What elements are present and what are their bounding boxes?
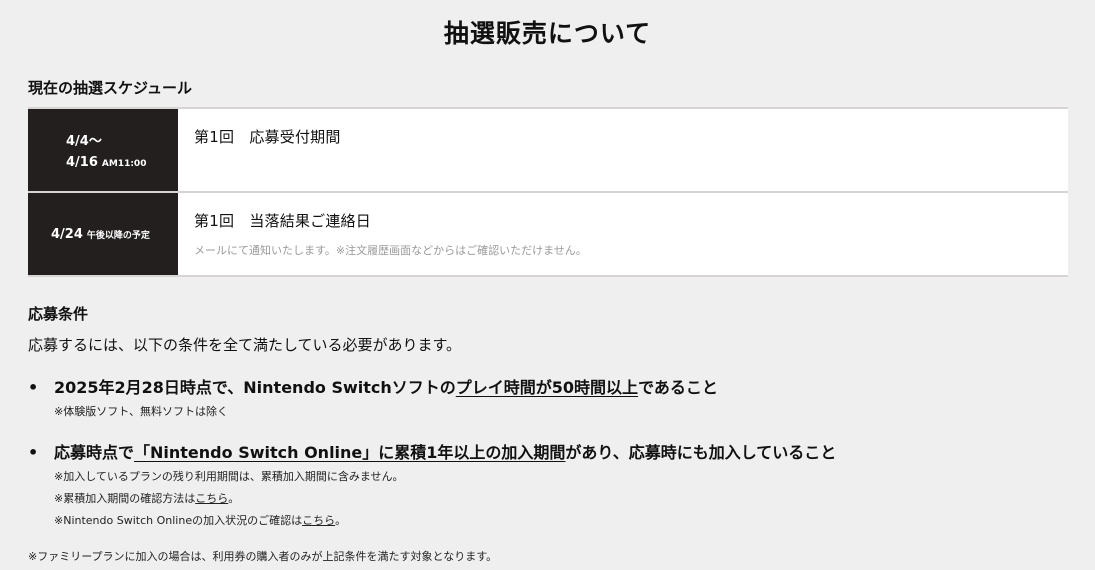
- schedule-event-cell: 第1回 応募受付期間: [178, 109, 1068, 191]
- condition-text: • 2025年2月28日時点で、Nintendo Switchソフトのプレイ時間が…: [28, 374, 1078, 398]
- condition-text-pre: 2025年2月28日時点で、Nintendo Switchソフトの: [54, 378, 456, 397]
- schedule-event-title: 第1回 応募受付期間: [194, 128, 341, 146]
- schedule-event-title: 第1回 当落結果ご連絡日: [194, 212, 371, 230]
- schedule-date-day: 4/24: [51, 226, 83, 242]
- page-title: 抽選販売について: [443, 19, 652, 48]
- schedule-row-application: 4/4〜 4/16 AM11:00 第1回 応募受付期間: [28, 109, 1068, 193]
- condition-note: ※体験版ソフト、無料ソフトは除く: [54, 405, 228, 418]
- note-text-end: 。: [228, 492, 240, 505]
- note-text: ※累積加入期間の確認方法は: [54, 492, 196, 505]
- schedule-heading: 現在の抽選スケジュール: [28, 79, 192, 97]
- bullet-icon: •: [28, 443, 39, 462]
- schedule-event-note: メールにて通知いたします。※注文履歴画面などからはご確認いただけません。: [194, 244, 587, 257]
- conditions-intro: 応募するには、以下の条件を全て満たしている必要があります。: [28, 336, 462, 354]
- schedule-date-start: 4/4〜: [66, 134, 102, 149]
- schedule-event-cell: 第1回 当落結果ご連絡日 メールにて通知いたします。※注文履歴画面などからはご確…: [178, 193, 1068, 275]
- condition-text: • 応募時点で「Nintendo Switch Online」に累積1年以上の加入…: [28, 439, 1078, 463]
- condition-text-post: であること: [638, 378, 718, 397]
- schedule-date-cell: 4/4〜 4/16 AM11:00: [28, 109, 178, 191]
- check-membership-status-link[interactable]: こちら: [302, 514, 335, 527]
- bullet-icon: •: [28, 378, 39, 397]
- note-text-end: 。: [335, 514, 347, 527]
- note-text: ※Nintendo Switch Onlineの加入状況のご確認は: [54, 514, 303, 527]
- schedule-date-note: 午後以降の予定: [86, 230, 150, 241]
- check-membership-period-link[interactable]: こちら: [195, 492, 228, 505]
- condition-note-with-link: ※Nintendo Switch Onlineの加入状況のご確認はこちら。: [54, 514, 1078, 528]
- schedule-date-cell: 4/24 午後以降の予定: [28, 193, 178, 275]
- condition-text-emphasis: 「Nintendo Switch Online」に累積1年以上の加入期間: [134, 443, 566, 462]
- condition-note-with-link: ※累積加入期間の確認方法はこちら。: [54, 492, 1078, 506]
- schedule-date-end-time: AM11:00: [101, 159, 147, 169]
- schedule-table: 4/4〜 4/16 AM11:00 第1回 応募受付期間 4/24 午後以降の予定 …: [28, 107, 1068, 277]
- condition-item-membership: • 応募時点で「Nintendo Switch Online」に累積1年以上の加入…: [28, 439, 1078, 528]
- schedule-date-end-day: 4/16: [66, 155, 98, 170]
- condition-note: ※加入しているプランの残り利用期間は、累積加入期間に含みません。: [54, 470, 404, 483]
- condition-text-emphasis: プレイ時間が50時間以上: [455, 378, 639, 397]
- condition-text-pre: 応募時点で: [54, 443, 135, 462]
- conditions-heading: 応募条件: [28, 305, 89, 323]
- schedule-row-results: 4/24 午後以降の予定 第1回 当落結果ご連絡日 メールにて通知いたします。※注…: [28, 193, 1068, 277]
- schedule-date-end: 4/16 AM11:00: [66, 152, 178, 175]
- condition-text-post: があり、応募時にも加入していること: [565, 443, 837, 462]
- condition-item-playtime: • 2025年2月28日時点で、Nintendo Switchソフトのプレイ時間が…: [28, 374, 1078, 419]
- family-plan-note: ※ファミリープランに加入の場合は、利用券の購入者のみが上記条件を満たす対象となり…: [28, 550, 498, 563]
